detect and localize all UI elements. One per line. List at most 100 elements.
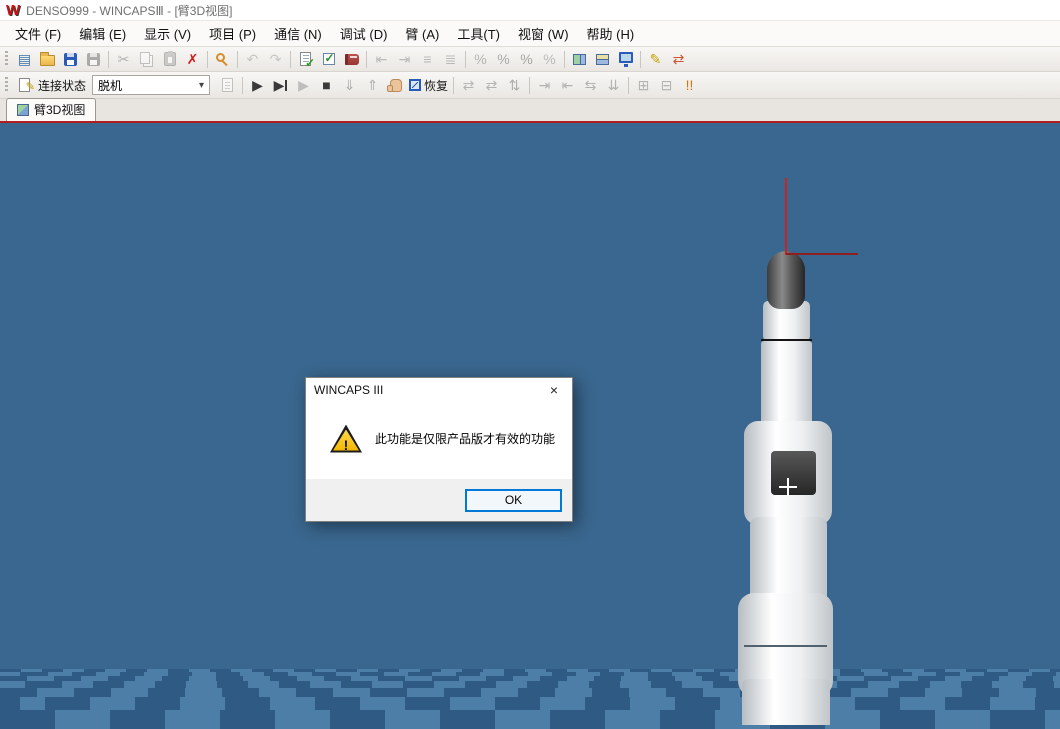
- program-view-button[interactable]: [216, 74, 239, 96]
- dialog-footer: OK: [306, 479, 572, 521]
- menu-window[interactable]: 视窗 (W): [509, 19, 578, 48]
- toolbar-button-icon: ⇥: [537, 77, 552, 93]
- menu-tools[interactable]: 工具(T): [448, 19, 509, 48]
- save-all-button[interactable]: [82, 48, 105, 70]
- tab-arm-3d-view[interactable]: 臂3D视图: [6, 98, 96, 121]
- toolbar-button-icon: ▶: [296, 77, 311, 93]
- property-window-button[interactable]: [614, 48, 637, 70]
- new-project-button[interactable]: ▤: [13, 48, 36, 70]
- uncomment-button[interactable]: %: [492, 48, 515, 70]
- toolbar-button-icon: [87, 53, 100, 66]
- send-project-button[interactable]: ⇄: [457, 74, 480, 96]
- titlebar[interactable]: W DENSO999 - WINCAPSⅢ - [臂3D视图]: [0, 0, 1060, 21]
- floor-row: [0, 710, 1060, 729]
- macro-comment-button[interactable]: %: [515, 48, 538, 70]
- dialog-titlebar[interactable]: WINCAPS III ×: [306, 378, 572, 402]
- toolbar-button-icon: ▶: [273, 77, 288, 93]
- toolbar-button-icon: %: [542, 51, 557, 67]
- step-run-button[interactable]: ▶: [269, 74, 292, 96]
- save-button[interactable]: [59, 48, 82, 70]
- undo-button[interactable]: ↶: [241, 48, 264, 70]
- task-list-button[interactable]: [317, 48, 340, 70]
- hand-mode-button[interactable]: [384, 74, 407, 96]
- ok-button[interactable]: OK: [465, 489, 562, 512]
- warning-icon: !: [330, 425, 362, 453]
- indent-button[interactable]: ⇥: [393, 48, 416, 70]
- cascade-windows-button[interactable]: [591, 48, 614, 70]
- toolbar-button-icon: [216, 53, 225, 62]
- toolbar-separator: [628, 77, 629, 94]
- menu-edit[interactable]: 编辑 (E): [70, 19, 135, 48]
- log-monitor-button[interactable]: ⊟: [655, 74, 678, 96]
- toolbar-grip[interactable]: [5, 77, 8, 93]
- align-lines-button[interactable]: ≡: [416, 48, 439, 70]
- toolbar-button-icon: ⊞: [636, 77, 651, 93]
- connection-settings-button[interactable]: [13, 74, 36, 96]
- step-stop-button[interactable]: ⇑: [361, 74, 384, 96]
- toolbar-button-icon: ⇥: [397, 51, 412, 67]
- receive-file-button[interactable]: ⇤: [556, 74, 579, 96]
- delete-button[interactable]: ✗: [181, 48, 204, 70]
- menu-file[interactable]: 文件 (F): [6, 19, 70, 48]
- copy-button[interactable]: [135, 48, 158, 70]
- dialog-message: 此功能是仅限产品版才有效的功能: [375, 430, 555, 447]
- tab-bar: 臂3D视图: [0, 99, 1060, 121]
- variable-monitor-button[interactable]: ⇄: [667, 48, 690, 70]
- line-numbers-button[interactable]: ≣: [439, 48, 462, 70]
- menu-help[interactable]: 帮助 (H): [578, 19, 644, 48]
- tab-label: 臂3D视图: [34, 101, 85, 118]
- menu-view[interactable]: 显示 (V): [135, 19, 200, 48]
- menu-arm[interactable]: 臂 (A): [396, 19, 448, 48]
- error-list-button[interactable]: !!: [678, 74, 701, 96]
- tile-windows-button[interactable]: [568, 48, 591, 70]
- paste-button[interactable]: [158, 48, 181, 70]
- toolbar-button-icon: ■: [319, 77, 334, 93]
- redo-button[interactable]: ↷: [264, 48, 287, 70]
- io-monitor-button[interactable]: ⊞: [632, 74, 655, 96]
- menu-project[interactable]: 项目 (P): [200, 19, 265, 48]
- compare-file-button[interactable]: ⇆: [579, 74, 602, 96]
- receive-project-button[interactable]: ⇄: [480, 74, 503, 96]
- help-reference-button[interactable]: [340, 48, 363, 70]
- toolbar-standard-buttons: ▤ ✂ ✗ ↶↷ ⇤⇥≡≣%%%% ✎⇄: [13, 48, 690, 70]
- arm-operation-button[interactable]: ✎: [644, 48, 667, 70]
- toolbar-grip[interactable]: [5, 51, 8, 67]
- sync-project-button[interactable]: ⇅: [503, 74, 526, 96]
- wincaps-logo-icon: W: [6, 3, 20, 18]
- menu-communication[interactable]: 通信 (N): [265, 19, 331, 48]
- stop-button[interactable]: ■: [315, 74, 338, 96]
- toolbar-button-icon: [619, 52, 633, 63]
- toolbar-separator: [207, 51, 208, 68]
- step-into-button[interactable]: ⇓: [338, 74, 361, 96]
- comment-button[interactable]: %: [469, 48, 492, 70]
- cycle-run-button[interactable]: ▶: [292, 74, 315, 96]
- open-project-button[interactable]: [36, 48, 59, 70]
- chevron-down-icon: ▾: [194, 80, 209, 91]
- toolbar-button-icon: ✗: [185, 51, 200, 67]
- syntax-check-button[interactable]: [294, 48, 317, 70]
- cut-button[interactable]: ✂: [112, 48, 135, 70]
- toolbar-separator: [290, 51, 291, 68]
- dialog-close-button[interactable]: ×: [536, 378, 572, 402]
- robot-center-marker: [779, 478, 797, 496]
- backup-button[interactable]: ⇊: [602, 74, 625, 96]
- application-window: W DENSO999 - WINCAPSⅢ - [臂3D视图] 文件 (F)编辑…: [0, 0, 1060, 729]
- toolbar-separator: [640, 51, 641, 68]
- recover-button[interactable]: 恢复: [407, 74, 450, 96]
- toolbar-button-icon: [140, 52, 150, 64]
- macro-uncomment-button[interactable]: %: [538, 48, 561, 70]
- menu-debug[interactable]: 调试 (D): [331, 19, 397, 48]
- transfer-file-button[interactable]: ⇥: [533, 74, 556, 96]
- toolbar-debug: 连接状态 脱机 ▾ ▶▶▶■⇓⇑恢复 ⇄⇄⇅⇥⇤⇆⇊⊞⊟!!: [0, 72, 1060, 99]
- warning-exclamation: !: [330, 437, 362, 453]
- find-button[interactable]: [211, 48, 234, 70]
- toolbar-button-icon: ≣: [443, 51, 458, 67]
- toolbar-button-icon: ⇊: [606, 77, 621, 93]
- toolbar-button-icon: [300, 52, 311, 66]
- toolbar-button-icon: ⇑: [365, 77, 380, 93]
- connection-mode-select[interactable]: 脱机 ▾: [92, 75, 210, 95]
- run-button[interactable]: ▶: [246, 74, 269, 96]
- outdent-button[interactable]: ⇤: [370, 48, 393, 70]
- toolbar-separator: [237, 51, 238, 68]
- toolbar-button-icon: [409, 79, 421, 91]
